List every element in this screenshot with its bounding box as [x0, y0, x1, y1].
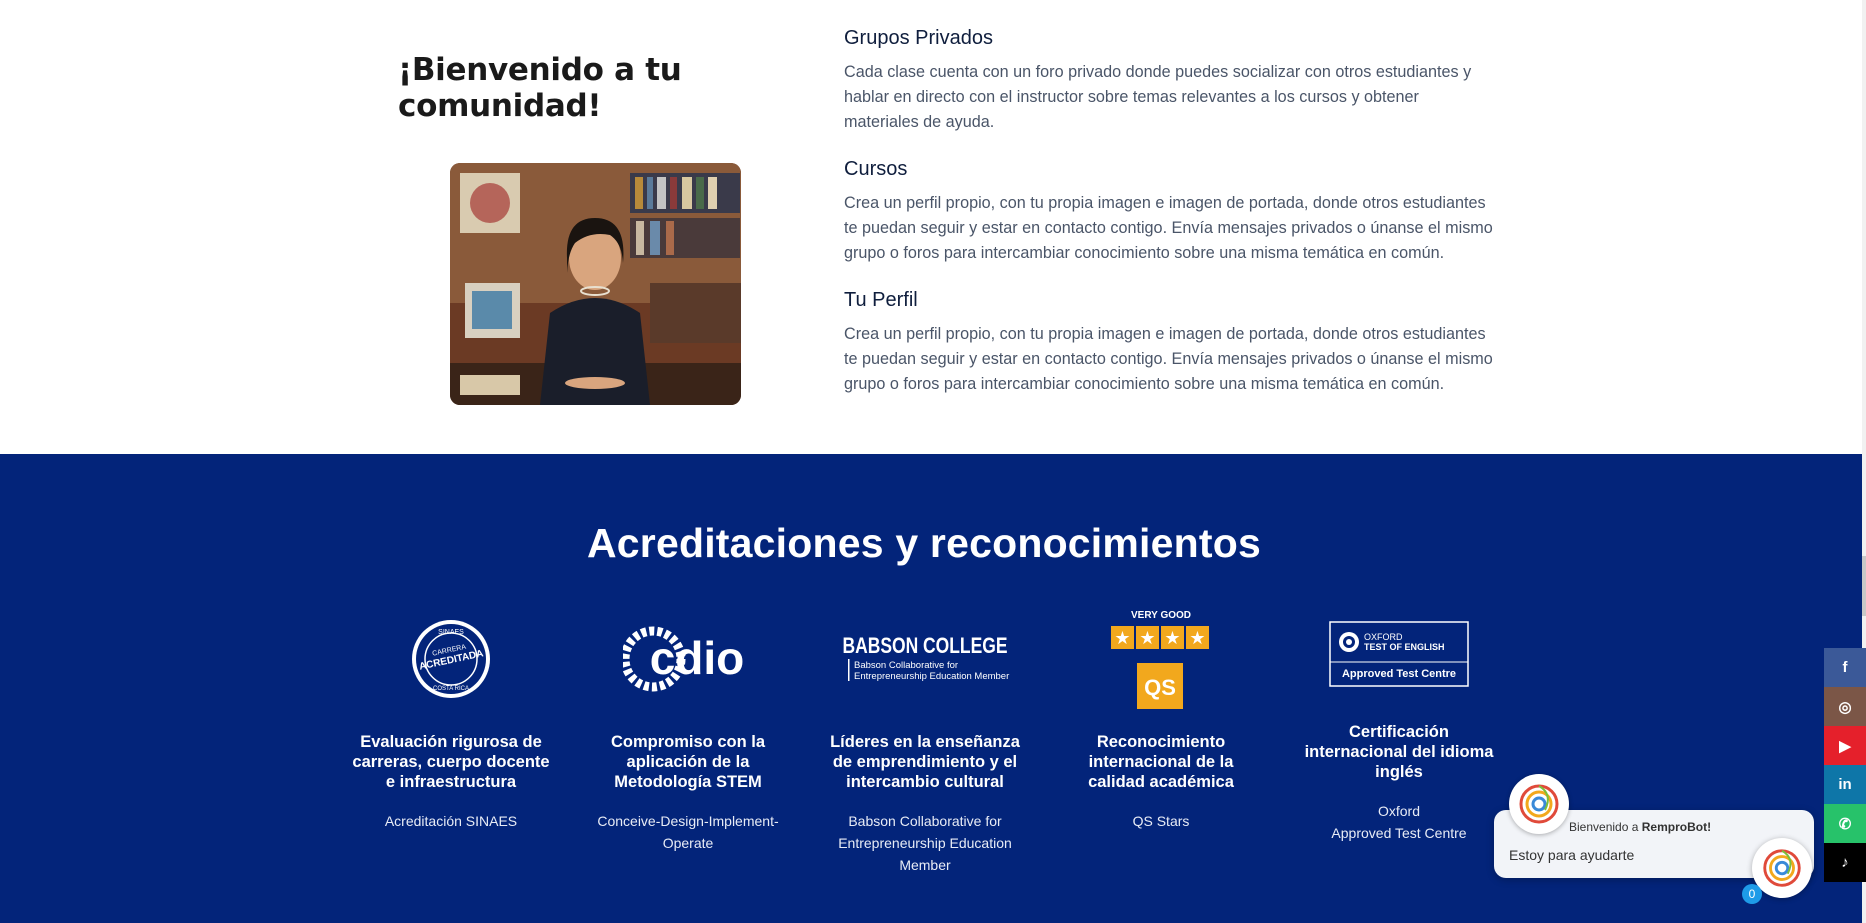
- accreditations-title: Acreditaciones y reconocimientos: [586, 520, 1261, 566]
- accreditation-heading: Compromiso con la aplicación de la Metod…: [610, 733, 766, 791]
- linkedin-icon[interactable]: in: [1824, 765, 1866, 804]
- chatbot-name: RemproBot!: [1641, 820, 1712, 834]
- youtube-icon[interactable]: ▶: [1824, 726, 1866, 765]
- chatbot-avatar-icon: [1509, 774, 1569, 834]
- sinaes-seal-icon: SINAES CARRERA ACREDITADA COSTA RICA: [351, 604, 551, 714]
- feature-text: Crea un perfil propio, con tu propia ima…: [844, 194, 1493, 262]
- svg-text:★: ★: [1139, 628, 1155, 649]
- accreditation-source: Babson Collaborative for Entrepreneurshi…: [838, 813, 1012, 873]
- accreditation-source-line: Approved Test Centre: [1331, 825, 1467, 841]
- welcome-heading: ¡Bienvenido a tu comunidad!: [398, 52, 682, 124]
- accreditation-heading: Líderes en la enseñanza de emprendimient…: [830, 733, 1020, 791]
- svg-text:BABSON COLLEGE: BABSON COLLEGE: [843, 633, 1008, 658]
- chatbot-welcome-prefix: Bienvenido a: [1569, 820, 1642, 834]
- feature-cursos: Cursos Crea un perfil propio, con tu pro…: [844, 158, 1494, 266]
- accreditation-heading: Certificación internacional del idioma i…: [1304, 723, 1494, 781]
- svg-text:Babson Collaborative for: Babson Collaborative for: [854, 660, 958, 671]
- babson-logo-icon: BABSON COLLEGE Babson Collaborative for …: [825, 604, 1025, 714]
- qs-stars-logo-icon: VERY GOOD ★ ★ ★ ★ QS: [1061, 604, 1261, 714]
- chatbot-welcome: Bienvenido a RemproBot!: [1569, 820, 1711, 834]
- accreditation-heading: Reconocimiento internacional de la calid…: [1088, 733, 1234, 791]
- svg-text:★: ★: [1189, 628, 1205, 649]
- feature-title: Grupos Privados: [844, 27, 993, 49]
- accreditation-source: Conceive-Design-Implement-Operate: [597, 813, 779, 851]
- features-list: Grupos Privados Cada clase cuenta con un…: [844, 27, 1494, 420]
- feature-text: Cada clase cuenta con un foro privado do…: [844, 63, 1472, 131]
- accreditation-source: Acreditación SINAES: [384, 813, 518, 829]
- whatsapp-icon[interactable]: ✆: [1824, 804, 1866, 843]
- accreditation-source: QS Stars: [1132, 813, 1190, 829]
- accreditation-source-line: Oxford: [1377, 803, 1420, 819]
- svg-text:cdio: cdio: [650, 632, 745, 684]
- svg-text:Entrepreneurship Education Mem: Entrepreneurship Education Member: [854, 671, 1009, 682]
- svg-text:TEST OF ENGLISH: TEST OF ENGLISH: [1364, 642, 1445, 652]
- svg-text:Approved Test Centre: Approved Test Centre: [1342, 668, 1456, 680]
- accreditation-cdio: cdio Compromiso con la aplicación de la …: [588, 604, 788, 854]
- svg-text:★: ★: [1164, 628, 1180, 649]
- facebook-icon[interactable]: f: [1824, 648, 1866, 687]
- accreditation-qs-stars: VERY GOOD ★ ★ ★ ★ QS Reconocimiento inte…: [1061, 604, 1261, 832]
- accreditation-babson: BABSON COLLEGE Babson Collaborative for …: [825, 604, 1025, 876]
- feature-text: Crea un perfil propio, con tu propia ima…: [844, 325, 1493, 393]
- accreditation-source: Oxford Approved Test Centre: [1298, 800, 1500, 844]
- instagram-icon[interactable]: ◎: [1824, 687, 1866, 726]
- tiktok-icon[interactable]: ♪: [1824, 843, 1866, 882]
- scrollbar-thumb[interactable]: [1862, 556, 1866, 616]
- community-section: ¡Bienvenido a tu comunidad! Grupos Priva…: [0, 0, 1866, 454]
- cdio-logo-icon: cdio: [588, 604, 788, 714]
- chatbot-message: Estoy para ayudarte: [1509, 847, 1635, 863]
- svg-text:SINAES: SINAES: [438, 629, 464, 636]
- svg-text:COSTA RICA: COSTA RICA: [433, 686, 469, 692]
- social-sidebar: f ◎ ▶ in ✆ ♪: [1824, 648, 1866, 882]
- oxford-logo-icon: OXFORD TEST OF ENGLISH Approved Test Cen…: [1298, 604, 1500, 704]
- feature-grupos-privados: Grupos Privados Cada clase cuenta con un…: [844, 27, 1494, 135]
- feature-tu-perfil: Tu Perfil Crea un perfil propio, con tu …: [844, 289, 1494, 397]
- accreditation-oxford: OXFORD TEST OF ENGLISH Approved Test Cen…: [1298, 604, 1500, 844]
- accreditation-heading: Evaluación rigurosa de carreras, cuerpo …: [352, 733, 550, 791]
- accreditation-sinaes: SINAES CARRERA ACREDITADA COSTA RICA Eva…: [351, 604, 551, 832]
- svg-text:VERY GOOD: VERY GOOD: [1131, 610, 1191, 621]
- svg-text:OXFORD: OXFORD: [1364, 632, 1403, 642]
- svg-text:QS: QS: [1144, 675, 1176, 700]
- instructor-photo: [450, 163, 741, 405]
- feature-title: Tu Perfil: [844, 289, 918, 311]
- chatbot-logo-icon: [1763, 849, 1801, 887]
- chatbot-unread-badge: 0: [1742, 884, 1762, 904]
- svg-text:★: ★: [1114, 628, 1130, 649]
- qs-star-rating: ★ ★ ★ ★: [1111, 626, 1209, 649]
- feature-title: Cursos: [844, 158, 908, 180]
